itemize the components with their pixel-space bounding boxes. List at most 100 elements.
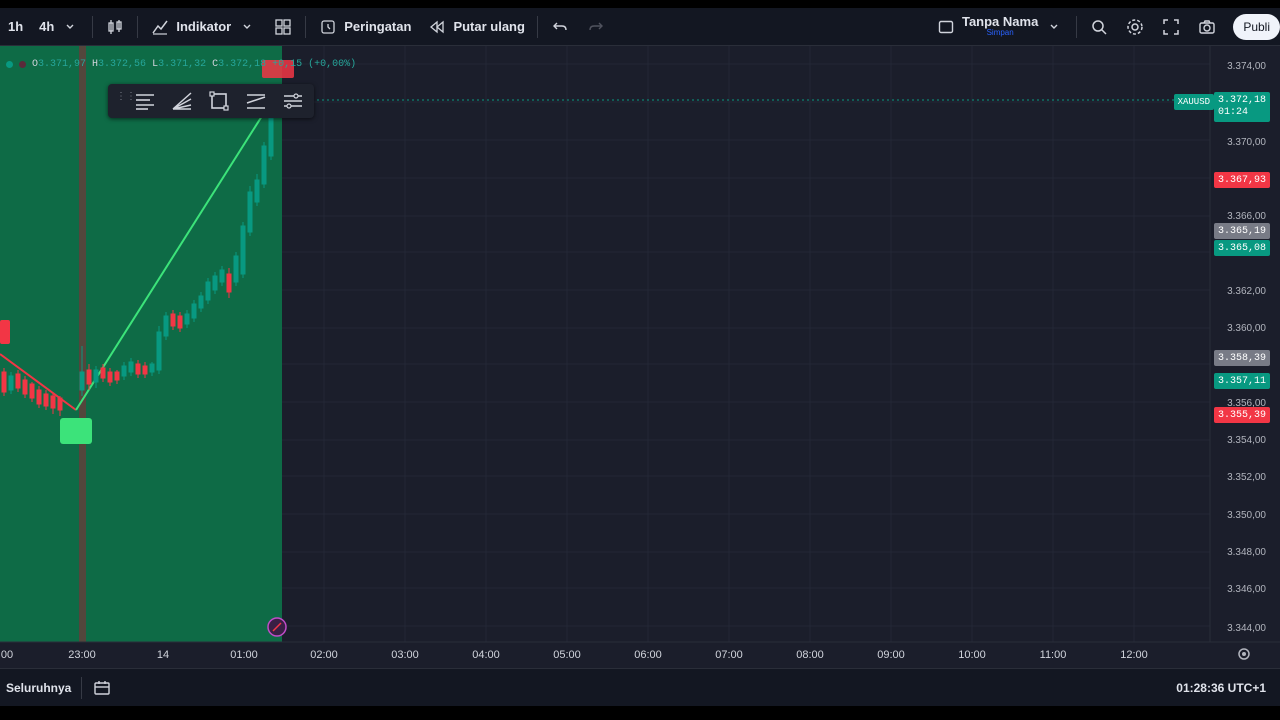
fullscreen-button[interactable] [1153, 8, 1189, 45]
toolbar-divider [305, 15, 307, 38]
chart-type-button[interactable] [97, 8, 133, 45]
settings-sliders-icon[interactable] [279, 87, 306, 115]
gear-icon [1125, 17, 1145, 37]
redo-button[interactable] [578, 8, 614, 45]
trend-channel-icon[interactable] [242, 87, 269, 115]
interval-1h-label: 1h [8, 19, 24, 34]
time-tick: 12:00 [1120, 649, 1148, 661]
candle [268, 112, 274, 160]
undo-icon [550, 17, 570, 37]
interval-4h-label: 4h [39, 19, 55, 34]
price-tag: 3.365,19 [1213, 223, 1270, 239]
close-value: 3.372,18 [218, 59, 267, 70]
rectangle-icon[interactable] [206, 87, 233, 115]
low-value: 3.371,32 [158, 59, 207, 70]
time-tick: 05:00 [553, 649, 581, 661]
price-tick: 3.362,00 [1227, 286, 1266, 297]
last-price-tag: 3.372,18 01:24 [1213, 92, 1270, 122]
drag-handle-icon[interactable]: ⋮⋮ [116, 92, 136, 109]
utc-clock[interactable]: 01:28:36 UTC+1 [1176, 681, 1266, 695]
alarm-clock-icon [318, 17, 338, 37]
time-tick: 07:00 [715, 649, 743, 661]
last-price-value: 3.372,18 [1217, 95, 1266, 106]
ohlc-high: H3.372,56 [92, 59, 146, 70]
layout-menu-button[interactable]: Tanpa Nama Simpan [928, 8, 1072, 45]
symbol-tag: XAUUSD [1173, 94, 1214, 110]
price-tick: 3.366,00 [1227, 211, 1266, 222]
bar-countdown: 01:24 [1217, 107, 1248, 118]
interval-1h[interactable]: 1h [0, 8, 31, 45]
gear-icon[interactable] [1238, 648, 1250, 660]
layouts-button[interactable] [265, 8, 301, 45]
session-break-line [79, 46, 86, 642]
time-tick: 04:00 [472, 649, 500, 661]
time-tick: 10:00 [958, 649, 986, 661]
price-chart[interactable]: 3.374,00 3.370,00 3.366,00 3.362,00 3.36… [0, 46, 1280, 668]
ohlc-change: +0,15 (+0,00%) [272, 59, 357, 70]
chart-pane[interactable]: 3.374,00 3.370,00 3.366,00 3.362,00 3.36… [0, 46, 1280, 668]
price-tick: 3.348,00 [1227, 547, 1266, 558]
indicators-label: Indikator [176, 19, 232, 34]
undo-button[interactable] [542, 8, 578, 45]
price-axis[interactable]: 3.374,00 3.370,00 3.366,00 3.362,00 3.36… [1227, 61, 1266, 634]
time-tick: 11:00 [1040, 649, 1067, 661]
top-toolbar: 1h 4h Indikator Peringatan Putar ulang T… [0, 8, 1280, 46]
candle [240, 222, 246, 278]
toolbar-divider [536, 15, 538, 38]
candle [156, 326, 162, 374]
square-icon [936, 17, 956, 37]
price-tag: 3.357,11 [1213, 373, 1270, 389]
time-tick: 02:00 [310, 649, 338, 661]
grid-icon [273, 17, 293, 37]
calendar-icon[interactable] [92, 678, 112, 698]
rewind-icon [427, 17, 447, 37]
time-tick: 01:00 [230, 649, 258, 661]
status-dot [19, 61, 26, 68]
chevron-down-icon [237, 17, 257, 37]
toolbar-divider [137, 15, 139, 38]
toolbar-divider [81, 676, 83, 699]
indicators-button[interactable]: Indikator [142, 8, 265, 45]
price-tag: 3.358,39 [1213, 350, 1270, 366]
date-range-all-button[interactable]: Seluruhnya [0, 681, 77, 695]
time-tick: 08:00 [796, 649, 824, 661]
ohlc-low: L3.371,32 [152, 59, 206, 70]
long-position-zone[interactable] [0, 46, 282, 642]
search-icon [1089, 17, 1109, 37]
toolbar-right-group: Tanpa Nama Simpan Publi [928, 8, 1280, 45]
ohlc-open: O3.371,97 [32, 59, 86, 70]
price-tick: 3.370,00 [1227, 137, 1266, 148]
time-tick: 03:00 [391, 649, 419, 661]
candle [1, 368, 7, 396]
open-value: 3.371,97 [38, 59, 87, 70]
replay-button[interactable]: Putar ulang [419, 8, 533, 45]
ohlc-legend: O3.371,97 H3.372,56 L3.371,32 C3.372,18 … [6, 59, 356, 70]
candle [247, 186, 253, 236]
price-tag: 3.365,08 [1213, 240, 1270, 256]
alerts-button[interactable]: Peringatan [310, 8, 419, 45]
text-align-icon[interactable] [132, 87, 159, 115]
fullscreen-icon [1161, 17, 1181, 37]
entry-marker[interactable] [60, 418, 92, 444]
toolbar-divider [92, 15, 94, 38]
chevron-down-icon [1044, 17, 1064, 37]
sell-marker[interactable] [0, 320, 10, 344]
time-axis[interactable]: 00 23:00 14 01:00 02:00 03:00 04:00 05:0… [1, 649, 1148, 661]
drawing-floating-toolbar: ⋮⋮ [108, 84, 314, 118]
redo-icon [586, 17, 606, 37]
time-tick: 14 [157, 649, 169, 661]
interval-4h[interactable]: 4h [31, 8, 88, 45]
price-tick: 3.344,00 [1227, 623, 1266, 634]
price-tick: 3.346,00 [1227, 584, 1266, 595]
candles-icon [105, 17, 125, 37]
snapshot-button[interactable] [1189, 8, 1225, 45]
quick-search-button[interactable] [1081, 8, 1117, 45]
settings-button[interactable] [1117, 8, 1153, 45]
camera-icon [1197, 17, 1217, 37]
price-tick: 3.350,00 [1227, 510, 1266, 521]
publish-button[interactable]: Publi [1233, 13, 1280, 40]
price-tag: 3.367,93 [1213, 172, 1270, 188]
indicators-icon [150, 17, 170, 37]
price-tick: 3.354,00 [1227, 435, 1266, 446]
fib-fan-icon[interactable] [169, 87, 196, 115]
